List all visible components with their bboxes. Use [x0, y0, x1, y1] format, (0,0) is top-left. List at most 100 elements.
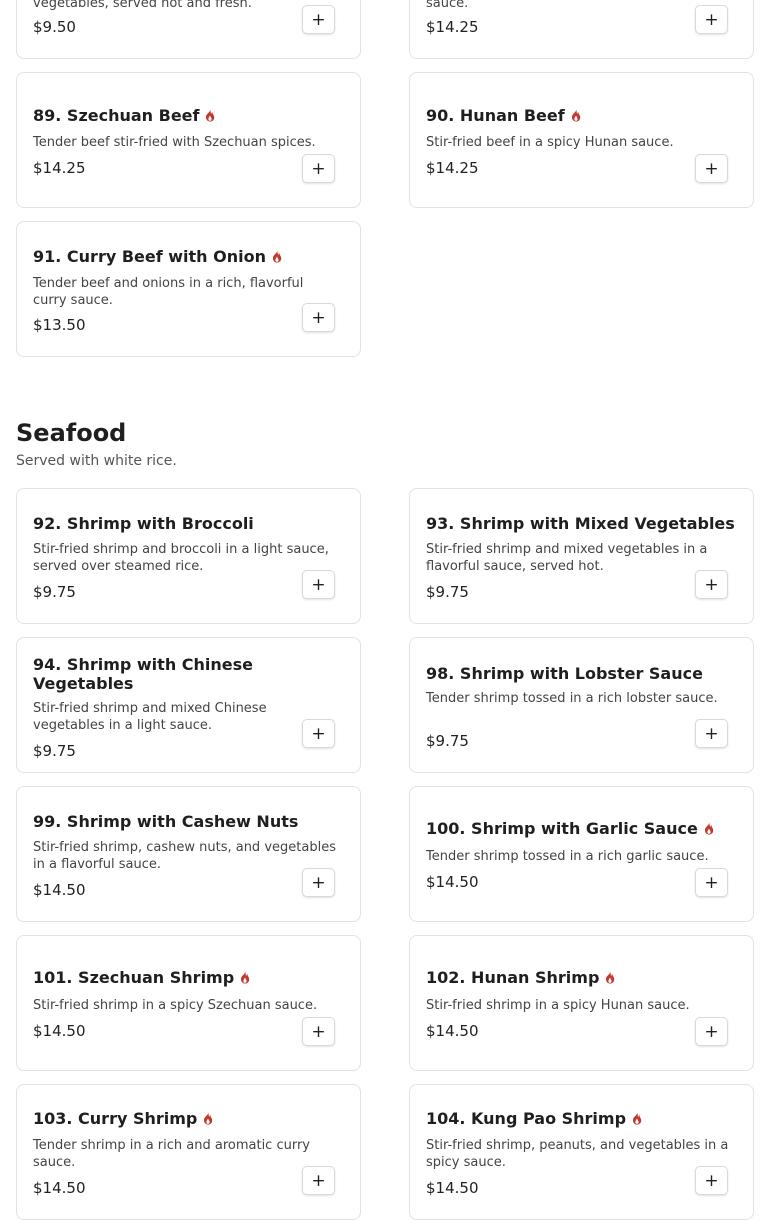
item-description: Stir-fried shrimp in a spicy Hunan sauce…	[426, 998, 690, 1013]
item-name: 98. Shrimp with Lobster Sauce	[426, 664, 739, 683]
item-price: $14.50	[426, 1022, 479, 1040]
add-to-cart-button[interactable]: +	[302, 719, 335, 748]
menu-item-card[interactable]: 93. Shrimp with Mixed Vegetables Stir-fr…	[409, 488, 754, 624]
menu-item-card[interactable]: 100. Shrimp with Garlic Sauce Tender shr…	[409, 786, 754, 922]
item-title: 94. Shrimp with Chinese Vegetables	[33, 655, 254, 693]
item-title: 101. Szechuan Shrimp	[33, 968, 235, 987]
plus-icon: +	[704, 723, 719, 744]
item-description: Tender beef stir-fried with Szechuan spi…	[33, 135, 316, 150]
add-to-cart-button[interactable]: +	[302, 303, 335, 332]
menu-item-card[interactable]: 91. Curry Beef with Onion Tender beef an…	[16, 221, 361, 357]
item-name: 91. Curry Beef with Onion	[33, 247, 346, 267]
flame-icon	[239, 969, 251, 988]
menu-item-card[interactable]: 103. Curry Shrimp Tender shrimp in a ric…	[16, 1084, 361, 1220]
item-price: $9.75	[33, 742, 76, 760]
item-price: $9.75	[426, 583, 469, 601]
item-price: $14.25	[426, 18, 479, 36]
flame-icon	[631, 1110, 643, 1129]
plus-icon: +	[311, 307, 326, 328]
menu-item-card[interactable]: sauce. $14.25 +	[409, 0, 754, 59]
plus-icon: +	[311, 574, 326, 595]
menu-item-card[interactable]: 102. Hunan Shrimp Stir-fried shrimp in a…	[409, 935, 754, 1071]
add-to-cart-button[interactable]: +	[695, 154, 728, 183]
item-title: 98. Shrimp with Lobster Sauce	[426, 664, 703, 683]
plus-icon: +	[311, 1170, 326, 1191]
menu-item-card[interactable]: 89. Szechuan Beef Tender beef stir-fried…	[16, 72, 361, 208]
add-to-cart-button[interactable]: +	[302, 570, 335, 599]
add-to-cart-button[interactable]: +	[302, 1017, 335, 1046]
add-to-cart-button[interactable]: +	[302, 1166, 335, 1195]
item-name: 99. Shrimp with Cashew Nuts	[33, 812, 346, 831]
item-description: Stir-fried shrimp and mixed Chinese vege…	[33, 701, 267, 733]
menu-item-card[interactable]: 92. Shrimp with Broccoli Stir-fried shri…	[16, 488, 361, 624]
item-price: $14.50	[426, 873, 479, 891]
item-description: Tender shrimp tossed in a rich lobster s…	[426, 691, 718, 706]
section-title: Seafood	[16, 419, 127, 447]
item-name: 89. Szechuan Beef	[33, 106, 346, 126]
item-description: Stir-fried shrimp in a spicy Szechuan sa…	[33, 998, 318, 1013]
item-description: Stir-fried shrimp, cashew nuts, and vege…	[33, 840, 336, 872]
item-price: $9.50	[33, 18, 76, 36]
item-title: 89. Szechuan Beef	[33, 106, 200, 125]
item-title: 103. Curry Shrimp	[33, 1109, 198, 1128]
menu-item-card[interactable]: 90. Hunan Beef Stir-fried beef in a spic…	[409, 72, 754, 208]
add-to-cart-button[interactable]: +	[695, 719, 728, 748]
item-name: 104. Kung Pao Shrimp	[426, 1109, 739, 1129]
add-to-cart-button[interactable]: +	[302, 868, 335, 897]
item-description: Stir-fried shrimp, peanuts, and vegetabl…	[426, 1138, 729, 1170]
item-price: $14.50	[426, 1179, 479, 1197]
plus-icon: +	[704, 1021, 719, 1042]
plus-icon: +	[704, 872, 719, 893]
menu-item-card[interactable]: 101. Szechuan Shrimp Stir-fried shrimp i…	[16, 935, 361, 1071]
plus-icon: +	[311, 1021, 326, 1042]
section-subtitle: Served with white rice.	[16, 453, 177, 469]
menu-item-card[interactable]: 94. Shrimp with Chinese Vegetables Stir-…	[16, 637, 361, 773]
item-name: 94. Shrimp with Chinese Vegetables	[33, 655, 346, 693]
item-name: 90. Hunan Beef	[426, 106, 739, 126]
item-price: $13.50	[33, 316, 86, 334]
item-price: $14.25	[426, 159, 479, 177]
item-title: 92. Shrimp with Broccoli	[33, 514, 254, 533]
plus-icon: +	[311, 723, 326, 744]
item-description: Tender shrimp tossed in a rich garlic sa…	[426, 849, 709, 864]
item-title: 100. Shrimp with Garlic Sauce	[426, 819, 698, 838]
menu-item-card[interactable]: 98. Shrimp with Lobster Sauce Tender shr…	[409, 637, 754, 773]
flame-icon	[604, 969, 616, 988]
menu-item-card[interactable]: vegetables, served hot and fresh. $9.50 …	[16, 0, 361, 59]
plus-icon: +	[704, 574, 719, 595]
item-name: 100. Shrimp with Garlic Sauce	[426, 819, 739, 839]
menu-item-card[interactable]: 99. Shrimp with Cashew Nuts Stir-fried s…	[16, 786, 361, 922]
plus-icon: +	[704, 158, 719, 179]
flame-icon	[570, 107, 582, 126]
item-description: vegetables, served hot and fresh.	[33, 0, 252, 11]
item-description: sauce.	[426, 0, 469, 11]
plus-icon: +	[704, 1170, 719, 1191]
item-price: $14.50	[33, 881, 86, 899]
item-description: Stir-fried shrimp and mixed vegetables i…	[426, 542, 708, 574]
add-to-cart-button[interactable]: +	[695, 570, 728, 599]
add-to-cart-button[interactable]: +	[695, 868, 728, 897]
flame-icon	[271, 248, 283, 267]
plus-icon: +	[311, 872, 326, 893]
plus-icon: +	[311, 158, 326, 179]
item-name: 101. Szechuan Shrimp	[33, 968, 346, 988]
item-price: $14.25	[33, 159, 86, 177]
item-description: Stir-fried beef in a spicy Hunan sauce.	[426, 135, 674, 150]
item-title: 93. Shrimp with Mixed Vegetables	[426, 514, 735, 533]
add-to-cart-button[interactable]: +	[695, 5, 728, 34]
flame-icon	[204, 107, 216, 126]
add-to-cart-button[interactable]: +	[695, 1166, 728, 1195]
flame-icon	[202, 1110, 214, 1129]
item-title: 104. Kung Pao Shrimp	[426, 1109, 627, 1128]
add-to-cart-button[interactable]: +	[302, 154, 335, 183]
item-name: 103. Curry Shrimp	[33, 1109, 346, 1129]
item-description: Tender beef and onions in a rich, flavor…	[33, 276, 304, 308]
menu-item-card[interactable]: 104. Kung Pao Shrimp Stir-fried shrimp, …	[409, 1084, 754, 1220]
item-title: 102. Hunan Shrimp	[426, 968, 600, 987]
item-name: 93. Shrimp with Mixed Vegetables	[426, 514, 739, 533]
item-title: 99. Shrimp with Cashew Nuts	[33, 812, 299, 831]
item-price: $14.50	[33, 1022, 86, 1040]
plus-icon: +	[704, 9, 719, 30]
add-to-cart-button[interactable]: +	[302, 5, 335, 34]
add-to-cart-button[interactable]: +	[695, 1017, 728, 1046]
